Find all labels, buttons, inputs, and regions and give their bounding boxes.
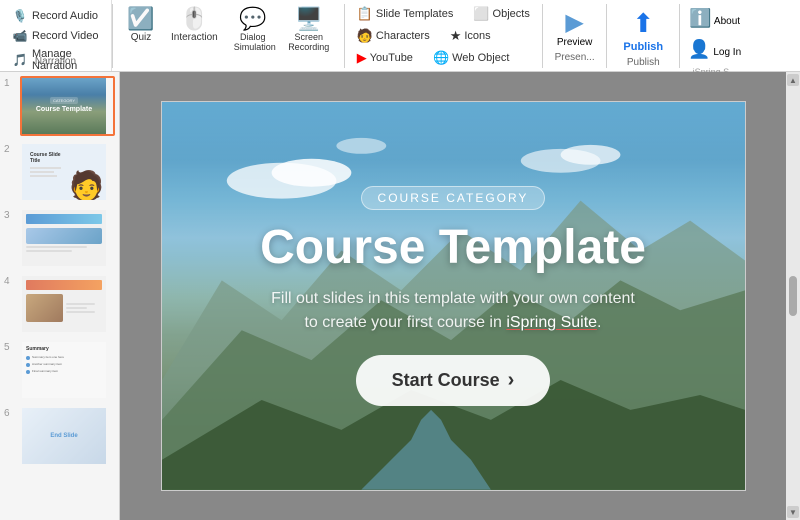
ispring-link[interactable]: iSpring Suite (506, 314, 597, 331)
quiz-icon: ☑️ (127, 8, 154, 30)
start-course-button[interactable]: Start Course › (356, 355, 551, 406)
screen-recording-button[interactable]: 🖥️ Screen Recording (282, 4, 336, 56)
interaction-button[interactable]: 🖱️ Interaction (165, 4, 224, 47)
content-lib-row-3: ▶ YouTube 🌐 Web Object (353, 48, 534, 68)
main-area: 1 CATEGORY Course Template 2 Course Slid… (0, 72, 800, 520)
icons-icon: ★ (450, 28, 462, 44)
record-video-icon: 📹 (12, 28, 28, 44)
slide-thumb-2[interactable]: 2 Course Slide Title 🧑 (4, 142, 115, 202)
slide-templates-icon: 📋 (357, 6, 373, 22)
course-subtitle: Fill out slides in this template with yo… (271, 287, 635, 335)
present-label: Presen... (555, 52, 595, 67)
content-lib-row-2: 🧑 Characters ★ Icons (353, 26, 534, 46)
active-slide: COURSE CATEGORY Course Template Fill out… (161, 101, 746, 491)
login-button[interactable]: 👤 Log In (684, 35, 745, 64)
icons-button[interactable]: ★ Icons (446, 26, 495, 46)
screen-rec-icon: 🖥️ (295, 8, 322, 30)
record-audio-button[interactable]: 🎙️ Record Audio (8, 6, 103, 26)
slide-img-1: CATEGORY Course Template (20, 76, 115, 136)
preview-section: ▶ Preview Presen... (543, 0, 607, 71)
slide-thumb-4[interactable]: 4 (4, 274, 115, 334)
slide-img-5: Summary Summary item one here Another su… (20, 340, 115, 400)
category-badge: COURSE CATEGORY (361, 186, 546, 210)
right-scrollbar[interactable]: ▲ ▼ (786, 72, 800, 520)
slide-thumb-3[interactable]: 3 (4, 208, 115, 268)
slide-num-3: 3 (4, 208, 16, 221)
insert-section: ☑️ Quiz 🖱️ Interaction 💬 Dialog Simulati… (113, 0, 344, 71)
slide-thumb-6[interactable]: 6 End Slide (4, 406, 115, 466)
objects-button[interactable]: ⬜ Objects (469, 4, 533, 24)
about-icon: ℹ️ (689, 8, 711, 28)
quiz-button[interactable]: ☑️ Quiz (121, 4, 161, 47)
slide-content: COURSE CATEGORY Course Template Fill out… (162, 102, 745, 490)
slide-num-4: 4 (4, 274, 16, 287)
login-icon: 👤 (688, 39, 710, 59)
publish-icon: ⬆ (632, 8, 654, 39)
characters-button[interactable]: 🧑 Characters (353, 26, 434, 46)
dialog-sim-icon: 💬 (239, 8, 266, 30)
slide-img-6: End Slide (20, 406, 115, 466)
interaction-icon: 🖱️ (181, 8, 208, 30)
content-library-section: 📋 Slide Templates ⬜ Objects 🧑 Characters… (345, 0, 542, 71)
web-object-icon: 🌐 (433, 50, 449, 66)
about-section: ℹ️ About 👤 Log In iSpring S... (680, 0, 749, 71)
record-audio-icon: 🎙️ (12, 8, 28, 24)
slide-num-5: 5 (4, 340, 16, 353)
narration-section: 🎙️ Record Audio 📹 Record Video 🎵 Manage … (0, 0, 112, 71)
preview-icon: ▶ (565, 8, 583, 37)
about-button[interactable]: ℹ️ About (685, 4, 744, 33)
publish-section: ⬆ Publish Publish (607, 0, 679, 71)
objects-icon: ⬜ (473, 6, 489, 22)
slide-img-2: Course Slide Title 🧑 (20, 142, 115, 202)
slide-num-1: 1 (4, 76, 16, 89)
slide-thumb-1[interactable]: 1 CATEGORY Course Template (4, 76, 115, 136)
slide-panel: 1 CATEGORY Course Template 2 Course Slid… (0, 72, 120, 520)
youtube-icon: ▶ (357, 50, 367, 66)
content-lib-row-1: 📋 Slide Templates ⬜ Objects (353, 4, 534, 24)
slide-img-4 (20, 274, 115, 334)
scroll-thumb[interactable] (789, 276, 797, 316)
slide-thumb-5[interactable]: 5 Summary Summary item one here Another … (4, 340, 115, 400)
characters-icon: 🧑 (357, 28, 373, 44)
record-video-button[interactable]: 📹 Record Video (8, 26, 103, 46)
course-title: Course Template (260, 222, 646, 275)
narration-label: Narration (0, 56, 111, 67)
slide-img-3 (20, 208, 115, 268)
scroll-up-button[interactable]: ▲ (787, 74, 799, 86)
dialog-sim-button[interactable]: 💬 Dialog Simulation (228, 4, 278, 56)
publish-section-label: Publish (627, 57, 660, 68)
web-object-button[interactable]: 🌐 Web Object (429, 48, 513, 68)
slide-templates-button[interactable]: 📋 Slide Templates (353, 4, 458, 24)
youtube-button[interactable]: ▶ YouTube (353, 48, 417, 68)
slide-num-6: 6 (4, 406, 16, 419)
slide-num-2: 2 (4, 142, 16, 155)
publish-button[interactable]: ⬆ Publish (615, 4, 671, 57)
preview-button[interactable]: ▶ Preview (551, 4, 599, 52)
main-canvas: COURSE CATEGORY Course Template Fill out… (120, 72, 786, 520)
toolbar: 🎙️ Record Audio 📹 Record Video 🎵 Manage … (0, 0, 800, 72)
